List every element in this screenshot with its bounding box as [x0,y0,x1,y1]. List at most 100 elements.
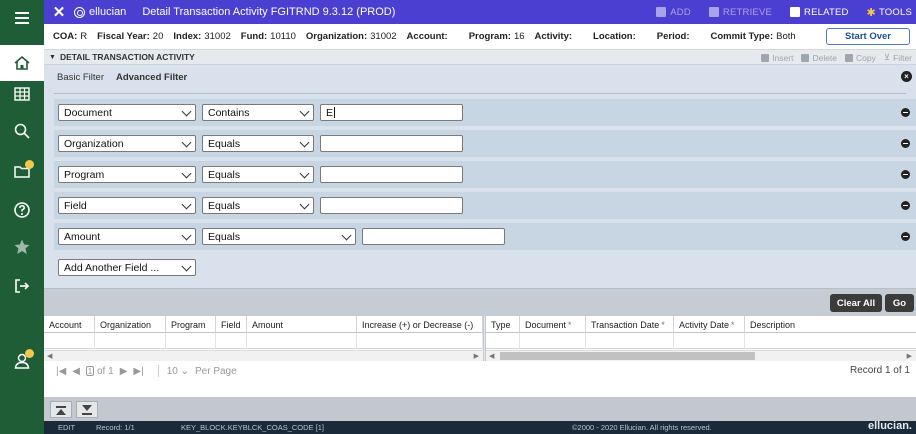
col-document[interactable]: Document * [520,316,586,333]
scroll-top-button[interactable] [50,401,72,418]
scrollbar-thumb[interactable] [500,352,755,360]
grid-cell[interactable] [166,333,216,349]
pager: |◀ ◀ 1 of 1 ▶ ▶| 10 ⌄ Per Page Record 1 … [44,361,916,381]
scroll-right-icon[interactable]: ▶ [474,352,479,360]
remove-filter-button[interactable] [901,139,910,148]
horizontal-scrollbar-left[interactable]: ◀ ▶ [44,350,483,361]
start-over-button[interactable]: Start Over [826,28,910,45]
delete-button[interactable]: Delete [801,53,837,63]
scroll-bottom-button[interactable] [76,401,98,418]
copy-icon [845,53,854,62]
filter-operator-select[interactable]: Equals [202,197,314,214]
menu-button[interactable] [0,0,44,36]
delete-icon [801,53,810,62]
last-page-icon[interactable]: ▶| [133,366,143,377]
section-tools: Insert Delete Copy ⊻ Filter [753,50,912,65]
scroll-right-icon[interactable]: ▶ [907,352,912,360]
divider [157,365,159,377]
grid-cell[interactable] [674,333,745,349]
clear-all-button[interactable]: Clear All [830,294,882,312]
retrieve-icon [708,7,719,17]
sign-out-button[interactable] [0,268,44,304]
filter-field-select[interactable]: Organization [58,135,196,152]
key-organization: Organization: 31002 [305,31,397,42]
filter-button[interactable]: ⊻ Filter [884,52,912,63]
close-page-button[interactable]: ✕ [44,3,74,21]
search-button[interactable] [0,113,44,149]
insert-button[interactable]: Insert [761,53,793,63]
filter-field-select[interactable]: Field [58,197,196,214]
remove-filter-button[interactable] [901,201,910,210]
grid-cell[interactable] [247,333,357,349]
page-number-input[interactable]: 1 [86,366,94,376]
collapse-caret-icon[interactable]: ▼ [49,54,56,61]
remove-filter-button[interactable] [901,108,910,117]
bar-icon [56,406,66,408]
add-button[interactable]: ADD [656,7,691,18]
grid-cell[interactable] [486,333,520,349]
retrieve-button[interactable]: RETRIEVE [708,7,772,18]
help-button[interactable] [0,192,44,228]
section-title: DETAIL TRANSACTION ACTIVITY [59,52,195,62]
chevron-down-icon [181,168,192,179]
page-title: Detail Transaction Activity FGITRND 9.3.… [142,6,396,18]
add-another-field-select[interactable]: Add Another Field ... [58,259,196,276]
grid-cell[interactable] [216,333,247,349]
col-account[interactable]: Account [44,316,95,333]
related-button[interactable]: RELATED [790,7,849,18]
grid-cell[interactable] [745,333,916,349]
next-page-icon[interactable]: ▶ [120,366,128,377]
tab-basic-filter[interactable]: Basic Filter [57,72,104,83]
recent-folders-button[interactable] [0,153,44,189]
per-page-select[interactable]: 10 ⌄ [167,366,189,377]
table-row[interactable] [44,333,916,349]
favorites-button[interactable] [0,229,44,265]
first-page-icon[interactable]: |◀ [56,366,66,377]
grid-cell[interactable] [44,333,95,349]
applications-button[interactable] [0,76,44,112]
grid-cell[interactable] [586,333,674,349]
col-description[interactable]: Description [745,316,916,333]
user-profile-button[interactable] [0,343,44,379]
remove-filter-button[interactable] [901,170,910,179]
filter-field-select[interactable]: Program [58,166,196,183]
col-field[interactable]: Field [216,316,247,333]
key-location: Location: [593,31,636,42]
col-amount[interactable]: Amount [247,316,357,333]
horizontal-scrollbar-right[interactable]: ◀ ▶ [486,350,916,361]
close-filter-button[interactable]: × [901,71,912,82]
grid-cell[interactable] [520,333,586,349]
copy-button[interactable]: Copy [845,53,876,63]
grid-cell[interactable] [95,333,166,349]
add-page-icon [656,7,667,17]
go-button[interactable]: Go [885,294,914,312]
previous-page-icon[interactable]: ◀ [72,366,80,377]
filter-value-input[interactable] [320,135,463,152]
section-header: ▼ DETAIL TRANSACTION ACTIVITY Insert Del… [44,50,916,65]
col-activity-date[interactable]: Activity Date * [674,316,745,333]
filter-field-select[interactable]: Document [58,104,196,121]
tools-button[interactable]: ✱ TOOLS [867,6,912,19]
notification-dot [25,160,34,169]
filter-value-input[interactable] [362,228,505,245]
scroll-left-icon[interactable]: ◀ [47,352,52,360]
col-program[interactable]: Program [166,316,216,333]
col-type[interactable]: Type [486,316,520,333]
filter-field-select[interactable]: Amount [58,228,196,245]
tab-advanced-filter[interactable]: Advanced Filter [116,72,187,83]
filter-operator-select[interactable]: Equals [202,228,356,245]
filter-value-input[interactable] [320,166,463,183]
grid-header: Account Organization Program Field Amoun… [44,316,916,333]
col-transaction-date[interactable]: Transaction Date * [586,316,674,333]
filter-operator-select[interactable]: Equals [202,166,314,183]
col-organization[interactable]: Organization [95,316,166,333]
grid-cell[interactable] [357,333,483,349]
filter-operator-select[interactable]: Contains [202,104,314,121]
remove-filter-button[interactable] [901,232,910,241]
filter-value-input[interactable] [320,197,463,214]
scroll-left-icon[interactable]: ◀ [489,352,494,360]
col-increase-decrease[interactable]: Increase (+) or Decrease (-) [357,316,483,333]
filter-value-input[interactable]: E [320,104,463,121]
chevron-down-icon [181,106,192,117]
filter-operator-select[interactable]: Equals [202,135,314,152]
